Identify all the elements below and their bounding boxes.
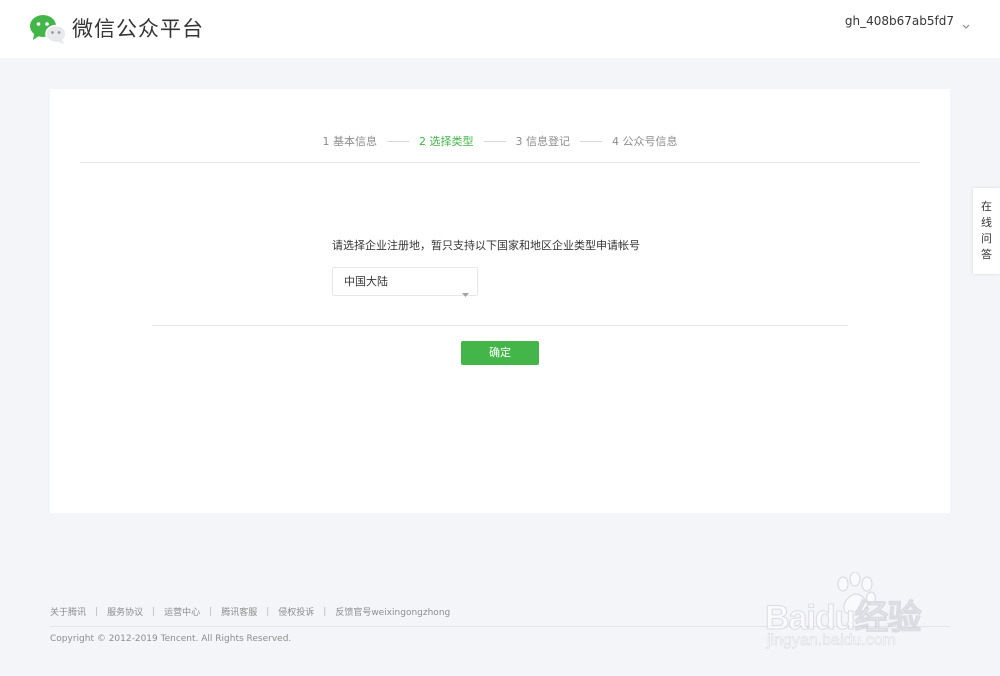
footer-divider [50,626,950,627]
footer-separator: | [152,606,156,617]
footer-link-complaint[interactable]: 侵权投诉 [278,605,314,618]
step-indicator: 1 基本信息 2 选择类型 3 信息登记 4 公众号信息 [50,133,950,149]
footer-separator: | [323,606,327,617]
footer-separator: | [209,606,213,617]
footer-link-operations[interactable]: 运营中心 [164,605,200,618]
app-title: 微信公众平台 [72,17,204,41]
region-selected-value: 中国大陆 [344,275,388,288]
footer-links: 关于腾讯 | 服务协议 | 运营中心 | 腾讯客服 | 侵权投诉 | 反馈官号w… [50,605,450,619]
logo[interactable]: 微信公众平台 [28,13,204,45]
step-separator [580,140,602,142]
watermark-brand: Baidu经验 [764,599,921,638]
caret-down-icon [962,20,970,29]
step-separator [483,140,506,142]
copyright-text: Copyright © 2012-2019 Tencent. All Right… [50,634,292,644]
confirm-button[interactable]: 确定 [461,341,539,365]
side-tab-char: 答 [981,248,992,261]
step-select-type: 2 选择类型 [419,135,474,148]
region-select[interactable]: 中国大陆 [332,267,478,297]
steps-divider [80,162,920,163]
account-menu[interactable]: gh_408b67ab5fd7 [844,14,970,29]
watermark-url: jingyan.baidu.com [767,632,897,650]
footer-link-feedback[interactable]: 反馈官号weixingongzhong [335,605,450,618]
side-tab-char: 问 [981,232,992,245]
footer-separator: | [95,606,99,617]
account-name: gh_408b67ab5fd7 [844,14,954,28]
baidu-watermark: Baidu经验 jingyan.baidu.com [764,571,955,662]
step-info-registration: 3 信息登记 [515,135,571,148]
online-qa-tab[interactable]: 在 线 问 答 [973,188,1000,274]
baidu-paw-icon [831,571,879,616]
dropdown-arrow-icon [462,280,469,297]
footer-separator: | [266,606,270,617]
step-separator [387,140,409,142]
footer-link-about[interactable]: 关于腾讯 [50,605,86,618]
footer-link-terms[interactable]: 服务协议 [107,605,143,618]
region-question: 请选择企业注册地，暂只支持以下国家和地区企业类型申请帐号 [332,239,640,252]
side-tab-char: 在 [981,200,992,213]
wechat-logo-icon [28,13,68,45]
top-header: 微信公众平台 gh_408b67ab5fd7 [0,0,1000,58]
footer-link-support[interactable]: 腾讯客服 [221,605,257,618]
registration-card: 1 基本信息 2 选择类型 3 信息登记 4 公众号信息 请选择企业注册地，暂只… [50,89,950,513]
step-account-info: 4 公众号信息 [612,135,678,148]
step-basic-info: 1 基本信息 [322,135,378,148]
form-divider [152,325,848,326]
side-tab-char: 线 [981,216,992,229]
